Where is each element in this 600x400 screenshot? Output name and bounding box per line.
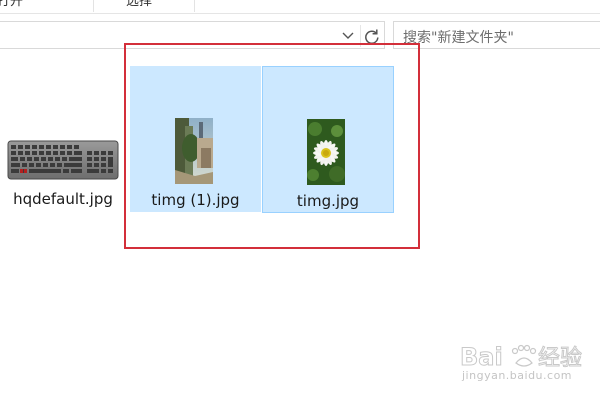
watermark-url: jingyan.baidu.com bbox=[462, 369, 573, 382]
baidu-watermark: Bai 经验 jingyan.baidu.com bbox=[460, 335, 595, 385]
svg-text:Bai: Bai bbox=[460, 343, 503, 371]
chevron-down-icon[interactable] bbox=[341, 29, 355, 43]
ribbon-divider bbox=[93, 0, 94, 12]
ribbon: 打开 选择 bbox=[0, 0, 600, 14]
svg-text:经验: 经验 bbox=[538, 346, 582, 371]
ribbon-select-label[interactable]: 选择 bbox=[126, 0, 152, 10]
ribbon-open-label[interactable]: 打开 bbox=[0, 0, 23, 10]
search-input[interactable]: 搜索"新建文件夹" bbox=[393, 21, 600, 49]
file-item[interactable]: hqdefault.jpg bbox=[2, 132, 124, 212]
file-name: hqdefault.jpg bbox=[13, 190, 113, 208]
keyboard-thumbnail bbox=[7, 140, 119, 180]
ribbon-divider bbox=[194, 0, 195, 12]
annotation-highlight-box bbox=[124, 43, 420, 249]
